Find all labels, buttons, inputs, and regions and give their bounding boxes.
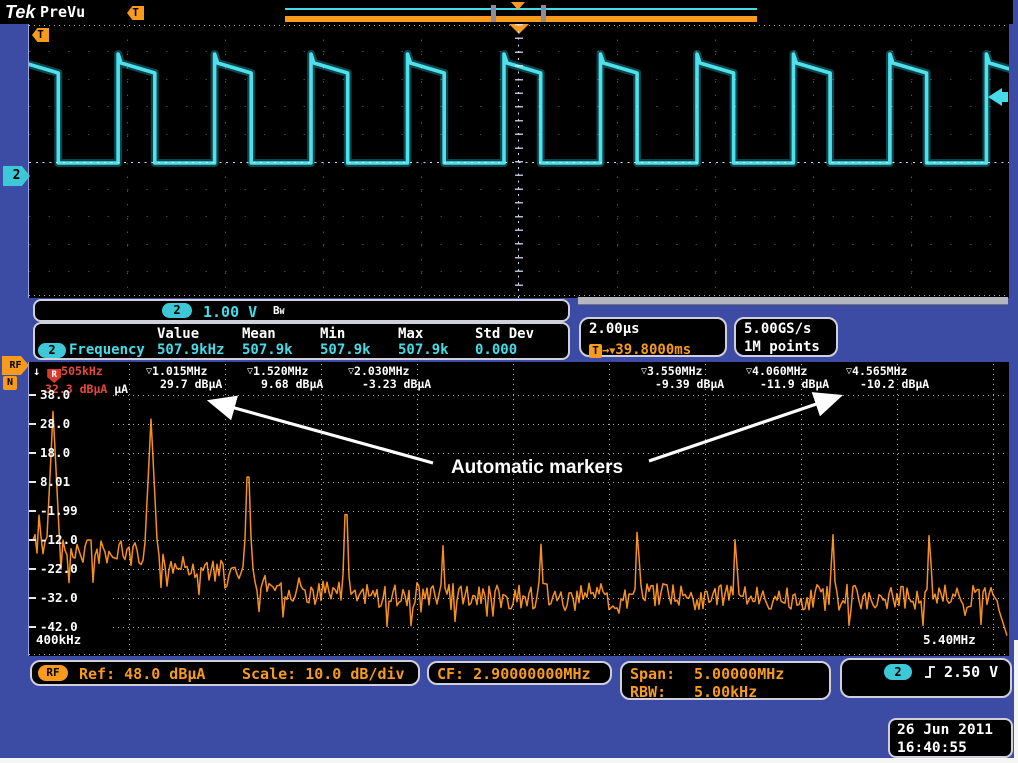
acquisition-box[interactable]: 5.00GS/s 1M points — [734, 317, 838, 357]
cf-value: 2.90000000MHz — [473, 665, 590, 683]
channel-2-position-badge[interactable]: 2 — [3, 166, 30, 186]
rf-normal-trace-badge[interactable]: N — [3, 376, 17, 390]
annotation-text: Automatic markers — [427, 457, 647, 479]
span-rbw-box[interactable]: Span: 5.00000MHz RBW: 5.00kHz — [620, 661, 831, 700]
cf-label: CF: — [437, 665, 464, 683]
rbw-value: 5.00kHz — [694, 683, 757, 701]
separator-bar — [578, 297, 1008, 305]
column-header-mean: Mean — [242, 326, 320, 342]
channel-2-badge: 2 — [162, 303, 192, 318]
channel-readout-box[interactable]: 2 1.00 V BW — [33, 299, 570, 322]
rf-spectrum-graticule: ↓ R505kHz 32.3 dBµA µA ▽1.015MHz 29.7 dB… — [28, 362, 1009, 656]
center-frequency-box[interactable]: CF: 2.90000000MHz — [427, 661, 612, 685]
date-label: 26 Jun 2011 — [897, 722, 993, 738]
acquisition-mode-label: PreVu — [40, 3, 85, 21]
rf-readout-box[interactable]: RF Ref: 48.0 dBµA Scale: 10.0 dB/div — [30, 660, 420, 686]
measurement-channel-badge: 2 — [38, 343, 66, 358]
sample-rate: 5.00GS/s — [744, 321, 811, 337]
rf-badge: RF — [38, 665, 68, 681]
measurement-std: 0.000 — [475, 342, 568, 358]
measurement-row: Frequency 507.9kHz 507.9k 507.9k 507.9k … — [35, 342, 568, 358]
amplitude-axis-label: -12.0 — [40, 532, 78, 547]
rf-scale-label: Scale: — [242, 665, 296, 683]
trigger-channel-badge: 2 — [884, 664, 912, 680]
rf-scale-value: 10.0 dB/div — [305, 665, 404, 683]
trigger-readout-box[interactable]: 2 2.50 V — [840, 658, 1012, 698]
top-status-bar: Tek PreVu T — [0, 0, 1013, 26]
rbw-label: RBW: — [630, 683, 666, 701]
datetime-box: 26 Jun 2011 16:40:55 — [888, 718, 1013, 758]
measurement-value: 507.9kHz — [157, 342, 242, 358]
horizontal-settings-box[interactable]: 2.00µs T→▼39.8000ms — [579, 317, 727, 357]
column-header-value: Value — [157, 326, 242, 342]
channel-2-scale: 1.00 V — [203, 303, 257, 321]
page-edge-right — [1014, 640, 1018, 758]
amplitude-axis-label: -32.0 — [40, 590, 78, 605]
time-label: 16:40:55 — [897, 740, 967, 756]
measurement-max: 507.9k — [398, 342, 475, 358]
trigger-level-arrow-tail — [1002, 92, 1008, 102]
horizontal-scale: 2.00µs — [589, 321, 640, 337]
annotation-arrows — [29, 362, 1009, 656]
trigger-t-icon: T — [589, 344, 602, 358]
page-edge-bottom — [0, 758, 1018, 763]
amplitude-axis-label: 28.0 — [40, 416, 70, 431]
measurement-min: 507.9k — [320, 342, 398, 358]
column-header-min: Min — [320, 326, 398, 342]
amplitude-axis-label: 18.0 — [40, 445, 70, 460]
column-header-stddev: Std Dev — [475, 326, 568, 342]
measurement-table[interactable]: Value Mean Min Max Std Dev Frequency 507… — [33, 322, 570, 360]
amplitude-axis-label: -22.0 — [40, 561, 78, 576]
span-label: Span: — [630, 665, 675, 683]
trigger-position-mini-icon — [511, 2, 525, 10]
time-domain-graticule: T — [28, 24, 1009, 298]
rf-ref-label: Ref: — [79, 665, 115, 683]
record-length: 1M points — [744, 339, 820, 355]
trigger-level-value: 2.50 V — [944, 663, 998, 681]
measurement-mean: 507.9k — [242, 342, 320, 358]
span-value: 5.00000MHz — [694, 665, 784, 683]
column-header-max: Max — [398, 326, 475, 342]
rf-ref-value: 48.0 dBµA — [124, 665, 205, 683]
bandwidth-icon: BW — [273, 304, 284, 317]
amplitude-axis-label: -42.0 — [40, 619, 78, 634]
rising-edge-icon — [922, 664, 938, 680]
trigger-indicator-icon: T — [127, 6, 144, 20]
amplitude-axis-label: 8.01 — [40, 474, 70, 489]
tek-logo: Tek — [5, 2, 35, 23]
amplitude-axis-label: -1.99 — [40, 503, 78, 518]
rf-trace-badge[interactable]: RF — [2, 356, 29, 375]
zoom-window-bar[interactable] — [285, 16, 757, 22]
trigger-delay: 39.8000ms — [615, 342, 691, 358]
trigger-level-arrow-icon[interactable] — [988, 88, 1002, 106]
zoom-bracket-right[interactable] — [541, 5, 546, 22]
oscilloscope-screen: Tek PreVu T T 2 2 1.00 V BW V — [0, 0, 1018, 763]
zoom-bracket-left[interactable] — [491, 5, 496, 22]
amplitude-axis-label: 38.0 — [40, 387, 70, 402]
